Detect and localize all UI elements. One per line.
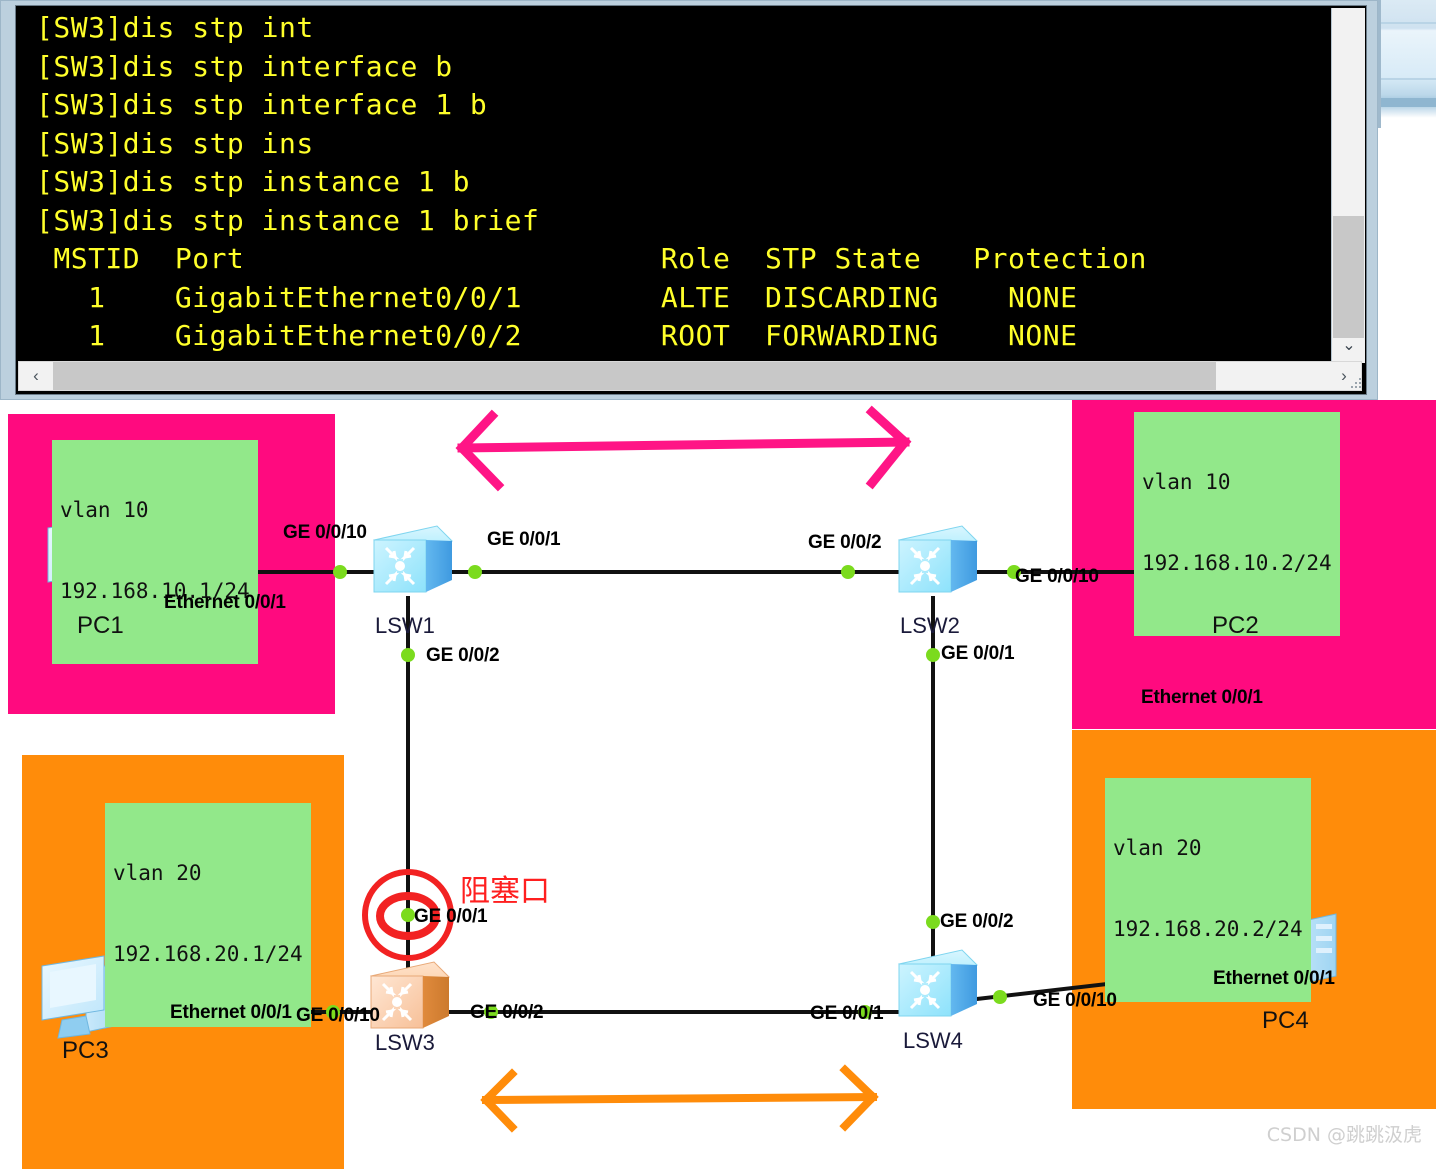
horizontal-scrollbar-thumb[interactable]	[53, 362, 1216, 390]
port-label-lsw4-ge2: GE 0/0/2	[940, 911, 1014, 932]
host-name-pc2: PC2	[1212, 612, 1259, 639]
port-label-lsw2-ge10: GE 0/0/10	[1015, 566, 1099, 587]
scroll-down-icon[interactable]: ⌄	[1332, 333, 1366, 359]
terminal-line-5: [SW3]dis stp instance 1 brief	[36, 203, 540, 237]
switch-name-lsw1: LSW1	[375, 613, 435, 638]
blocked-port-label: 阻塞口	[460, 874, 550, 909]
stp-table-row: 1 GigabitEthernet0/0/2 ROOT FORWARDING N…	[36, 319, 1078, 352]
port-label-lsw1-ge2: GE 0/0/2	[426, 645, 500, 666]
terminal-vertical-scrollbar[interactable]: ⌄	[1331, 8, 1365, 363]
port-label-lsw1-ge1: GE 0/0/1	[487, 529, 561, 550]
vlan-label-line2: 192.168.20.2/24	[1113, 917, 1303, 941]
port-label-lsw4-ge10: GE 0/0/10	[1033, 990, 1117, 1011]
background-window	[1378, 0, 1436, 128]
switch-name-lsw3: LSW3	[375, 1030, 435, 1055]
vlan-label-vlan20-left: vlan 20 192.168.20.1/24	[105, 803, 311, 1027]
port-label-lsw1-ge10: GE 0/0/10	[283, 522, 367, 543]
terminal-line-4: [SW3]dis stp instance 1 b	[36, 165, 470, 198]
port-label-lsw4-ge1: GE 0/0/1	[810, 1003, 884, 1024]
vlan-label-line1: vlan 20	[113, 861, 202, 885]
port-label-pc3-eth: Ethernet 0/0/1	[170, 1002, 292, 1023]
switch-name-lsw2: LSW2	[900, 613, 960, 638]
terminal-line-3: [SW3]dis stp ins	[36, 126, 314, 160]
horizontal-scrollbar-track[interactable]	[53, 362, 1327, 390]
terminal-line-2: [SW3]dis stp interface 1 b	[36, 88, 488, 121]
stp-table-header: MSTID Port Role STP State Protection	[36, 242, 1147, 275]
port-label-lsw2-ge2: GE 0/0/2	[808, 532, 882, 553]
port-label-lsw3-ge2: GE 0/0/2	[470, 1002, 544, 1023]
stp-table-row: 1 GigabitEthernet0/0/1 ALTE DISCARDING N…	[36, 280, 1078, 314]
vlan-label-vlan10-right: vlan 10 192.168.10.2/24	[1134, 412, 1340, 636]
terminal-horizontal-scrollbar[interactable]: ‹ ›	[18, 361, 1362, 391]
terminal-line-1: [SW3]dis stp interface b	[36, 49, 453, 83]
switch-name-lsw4: LSW4	[903, 1028, 963, 1053]
scroll-left-icon[interactable]: ‹	[19, 362, 53, 390]
switch-icon-lsw1	[373, 525, 453, 593]
switch-icon-lsw4	[898, 949, 978, 1017]
vlan-label-line2: 192.168.10.2/24	[1142, 551, 1332, 575]
vlan-label-line2: 192.168.20.1/24	[113, 942, 303, 966]
port-label-pc1-eth: Ethernet 0/0/1	[164, 592, 286, 613]
vertical-scrollbar-thumb[interactable]	[1333, 216, 1364, 338]
terminal-line-0: [SW3]dis stp int	[36, 11, 314, 44]
host-name-pc4: PC4	[1262, 1007, 1309, 1034]
terminal-screen[interactable]: [SW3]dis stp int [SW3]dis stp interface …	[18, 8, 1328, 363]
terminal-window: [SW3]dis stp int [SW3]dis stp interface …	[0, 0, 1378, 400]
vlan-label-line1: vlan 10	[60, 498, 149, 522]
switch-icon-lsw2	[898, 525, 978, 593]
host-name-pc3: PC3	[62, 1037, 109, 1064]
vlan-label-line1: vlan 20	[1113, 836, 1202, 860]
arrow-vlan10-span	[455, 405, 912, 492]
host-name-pc1: PC1	[77, 612, 124, 639]
watermark: CSDN @跳跳汲虎	[1266, 1124, 1422, 1146]
switch-icon-lsw3	[370, 961, 450, 1029]
port-label-pc4-eth: Ethernet 0/0/1	[1213, 968, 1335, 989]
terminal-frame: [SW3]dis stp int [SW3]dis stp interface …	[15, 5, 1367, 395]
vlan-label-line1: vlan 10	[1142, 470, 1231, 494]
resize-grip-icon[interactable]	[1350, 378, 1364, 392]
port-label-lsw2-ge1: GE 0/0/1	[941, 643, 1015, 664]
port-label-lsw3-ge10: GE 0/0/10	[296, 1005, 380, 1026]
network-topology-diagram: vlan 10 192.168.10.1/24 vlan 10 192.168.…	[0, 400, 1436, 1169]
port-label-pc2-eth: Ethernet 0/0/1	[1141, 687, 1263, 708]
arrow-vlan20-span	[480, 1064, 879, 1133]
